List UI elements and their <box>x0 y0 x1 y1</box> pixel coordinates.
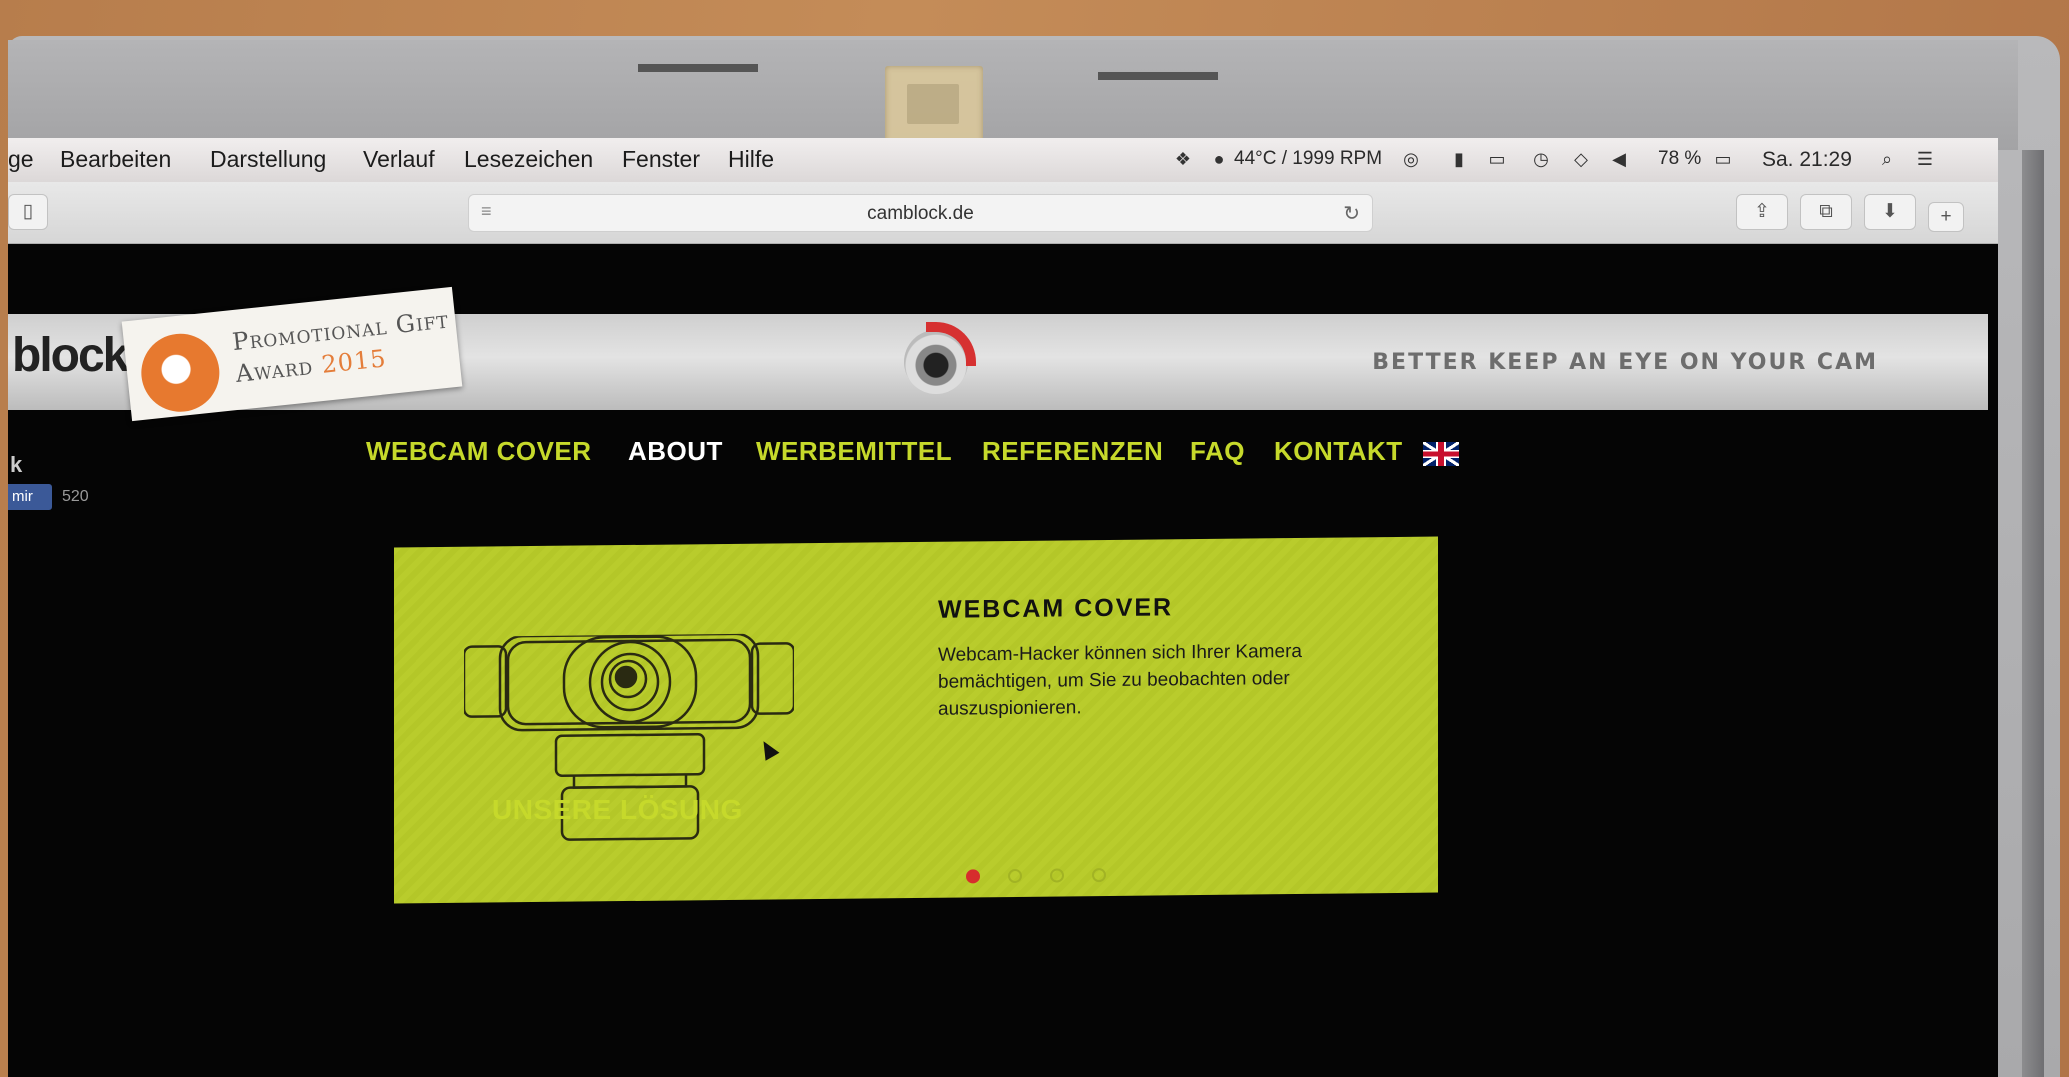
address-bar[interactable]: ≡ camblock.de ↻ <box>468 194 1373 232</box>
menu-item-hilfe[interactable]: Hilfe <box>728 146 774 173</box>
battery-percentage[interactable]: 78 % <box>1658 148 1701 170</box>
hero-slide: WEBCAM COVER Webcam-Hacker können sich I… <box>394 536 1438 904</box>
english-flag-icon[interactable] <box>1423 442 1459 466</box>
menu-item-bearbeiten[interactable]: Bearbeiten <box>60 146 171 173</box>
laptop-bezel <box>8 40 2018 150</box>
url-text: camblock.de <box>867 203 974 224</box>
main-nav: WEBCAM COVER ABOUT WERBEMITTEL REFERENZE… <box>8 436 1988 476</box>
slider-dot-1[interactable] <box>966 869 980 884</box>
slide-title: WEBCAM COVER <box>938 593 1174 624</box>
plus-icon: + <box>1940 206 1952 227</box>
nav-referenzen[interactable]: REFERENZEN <box>982 436 1163 467</box>
battery-icon[interactable]: ▭ <box>1708 148 1738 170</box>
menu-item-ge[interactable]: ge <box>8 146 34 173</box>
temperature-icon[interactable]: ● <box>1208 148 1230 170</box>
sidebar-toggle-button[interactable]: ▯ <box>8 194 48 230</box>
downloads-button[interactable]: ⬇ <box>1864 194 1916 230</box>
camera-tape-cover <box>885 66 983 144</box>
browser-toolbar: ▯ ≡ camblock.de ↻ ⇪ ⧉ ⬇ + <box>8 182 1998 244</box>
slider-dot-4[interactable] <box>1092 868 1106 883</box>
download-icon: ⬇ <box>1882 201 1898 222</box>
time-machine-icon[interactable]: ◷ <box>1530 148 1552 170</box>
menu-item-verlauf[interactable]: Verlauf <box>363 146 435 173</box>
wifi-icon[interactable]: ◇ <box>1570 148 1592 170</box>
temperature-readout[interactable]: 44°C / 1999 RPM <box>1234 148 1382 170</box>
lens-cover-icon <box>926 322 976 366</box>
facebook-like-button[interactable]: mir <box>8 484 52 510</box>
keyboard-icon[interactable]: ▭ <box>1486 148 1508 170</box>
reload-icon[interactable]: ↻ <box>1343 201 1360 226</box>
screen: ge Bearbeiten Darstellung Verlauf Leseze… <box>8 138 1998 1077</box>
nav-about[interactable]: ABOUT <box>628 436 723 467</box>
support-icon[interactable]: ◎ <box>1400 148 1422 170</box>
tabs-button[interactable]: ⧉ <box>1800 194 1852 230</box>
menu-item-lesezeichen[interactable]: Lesezeichen <box>464 146 593 173</box>
menu-item-darstellung[interactable]: Darstellung <box>210 146 326 173</box>
nav-kontakt[interactable]: KONTAKT <box>1274 436 1403 467</box>
tabs-icon: ⧉ <box>1819 201 1833 222</box>
award-label: Award <box>234 351 315 388</box>
slider-dot-2[interactable] <box>1008 868 1022 884</box>
spotlight-search-icon[interactable]: ⌕ <box>1876 148 1898 170</box>
menu-bar: ge Bearbeiten Darstellung Verlauf Leseze… <box>8 138 1998 182</box>
site-header: block Promotional Gift Award 2015 BETTER… <box>8 286 1988 422</box>
section-title: UNSERE LÖSUNG <box>492 794 743 825</box>
share-button[interactable]: ⇪ <box>1736 194 1788 230</box>
dropbox-icon[interactable]: ❖ <box>1172 148 1194 170</box>
award-logo-icon <box>137 329 224 416</box>
bezel-notch <box>638 64 758 72</box>
award-badge: Promotional Gift Award 2015 <box>121 286 463 422</box>
award-year: 2015 <box>320 344 388 379</box>
nav-werbemittel[interactable]: WERBEMITTEL <box>756 436 952 467</box>
nav-webcam-cover[interactable]: WEBCAM COVER <box>366 436 592 467</box>
menu-item-fenster[interactable]: Fenster <box>622 146 700 173</box>
nav-faq[interactable]: FAQ <box>1190 436 1245 467</box>
notification-center-icon[interactable]: ☰ <box>1914 148 1936 170</box>
bezel-notch <box>1098 72 1218 80</box>
volume-icon[interactable]: ◀ <box>1608 148 1630 170</box>
slide-text: Webcam-Hacker können sich Ihrer Kamera b… <box>938 640 1302 720</box>
site-logo[interactable]: block <box>12 328 129 383</box>
new-tab-button[interactable]: + <box>1928 202 1964 232</box>
like-count: 520 <box>62 488 89 505</box>
laptop-hinge <box>2022 150 2044 1077</box>
clock[interactable]: Sa. 21:29 <box>1762 148 1852 172</box>
lock-icon[interactable]: ▮ <box>1448 148 1470 170</box>
share-icon: ⇪ <box>1754 201 1770 222</box>
slider-dot-3[interactable] <box>1050 868 1064 883</box>
site-tagline: BETTER KEEP AN EYE ON YOUR CAM <box>1372 350 1878 375</box>
